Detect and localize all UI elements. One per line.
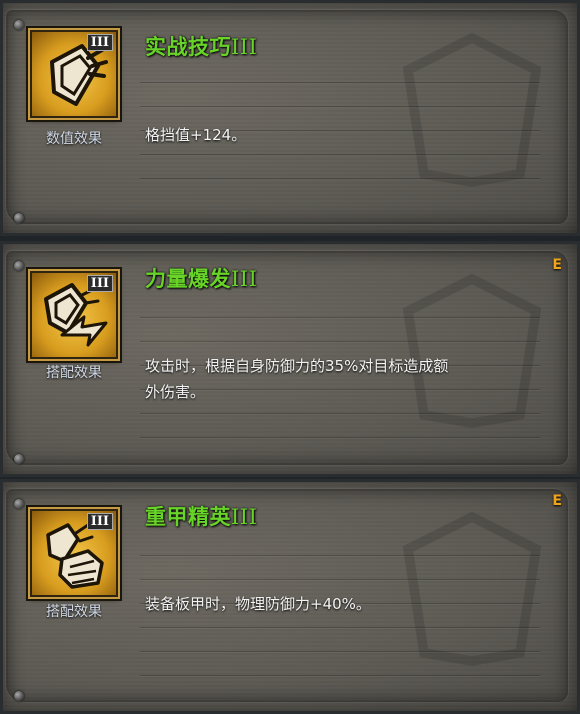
skill-description: 格挡值+124。 [145, 126, 247, 144]
skill-icon[interactable]: III [30, 271, 118, 359]
skill-description: 装备板甲时，物理防御力+40%。 [145, 595, 371, 613]
description-line: 外伤害。 [145, 383, 206, 401]
tier-badge: III [86, 275, 113, 292]
grade-badge: E [552, 493, 562, 509]
description-line: 攻击时，根据自身防御力的35%对目标造成额 [145, 357, 449, 375]
rivet-icon [14, 213, 24, 223]
tier-badge: III [86, 34, 113, 51]
tier-badge: III [86, 513, 113, 530]
rivet-icon [14, 454, 24, 464]
skill-title: 重甲精英III [145, 505, 258, 529]
category-label: 数值效果 [46, 131, 102, 147]
skill-title: 力量爆发III [145, 267, 258, 291]
rivet-icon [14, 261, 24, 271]
background-emblem-icon [402, 32, 542, 187]
skill-card[interactable]: III 数值效果 实战技巧III 格挡值+124。 [0, 0, 580, 236]
background-emblem-icon [402, 511, 542, 666]
grade-badge: E [552, 257, 562, 273]
background-emblem-icon [402, 273, 542, 428]
rivet-icon [14, 691, 24, 701]
skill-card[interactable]: E III 搭配效果 力量爆发III 攻击时，根据自身防御力的35%对目标造成额… [0, 241, 580, 477]
skill-icon[interactable]: III [30, 30, 118, 118]
rivet-icon [14, 20, 24, 30]
category-label: 搭配效果 [46, 604, 102, 620]
rivet-icon [14, 499, 24, 509]
skill-description: 攻击时，根据自身防御力的35%对目标造成额 外伤害。 [145, 353, 525, 405]
skill-icon[interactable]: III [30, 509, 118, 597]
category-label: 搭配效果 [46, 365, 102, 381]
skill-title: 实战技巧III [145, 35, 258, 59]
skill-card[interactable]: E III 搭配效果 重甲精英III 装备板甲时，物理防御力+40%。 [0, 479, 580, 714]
